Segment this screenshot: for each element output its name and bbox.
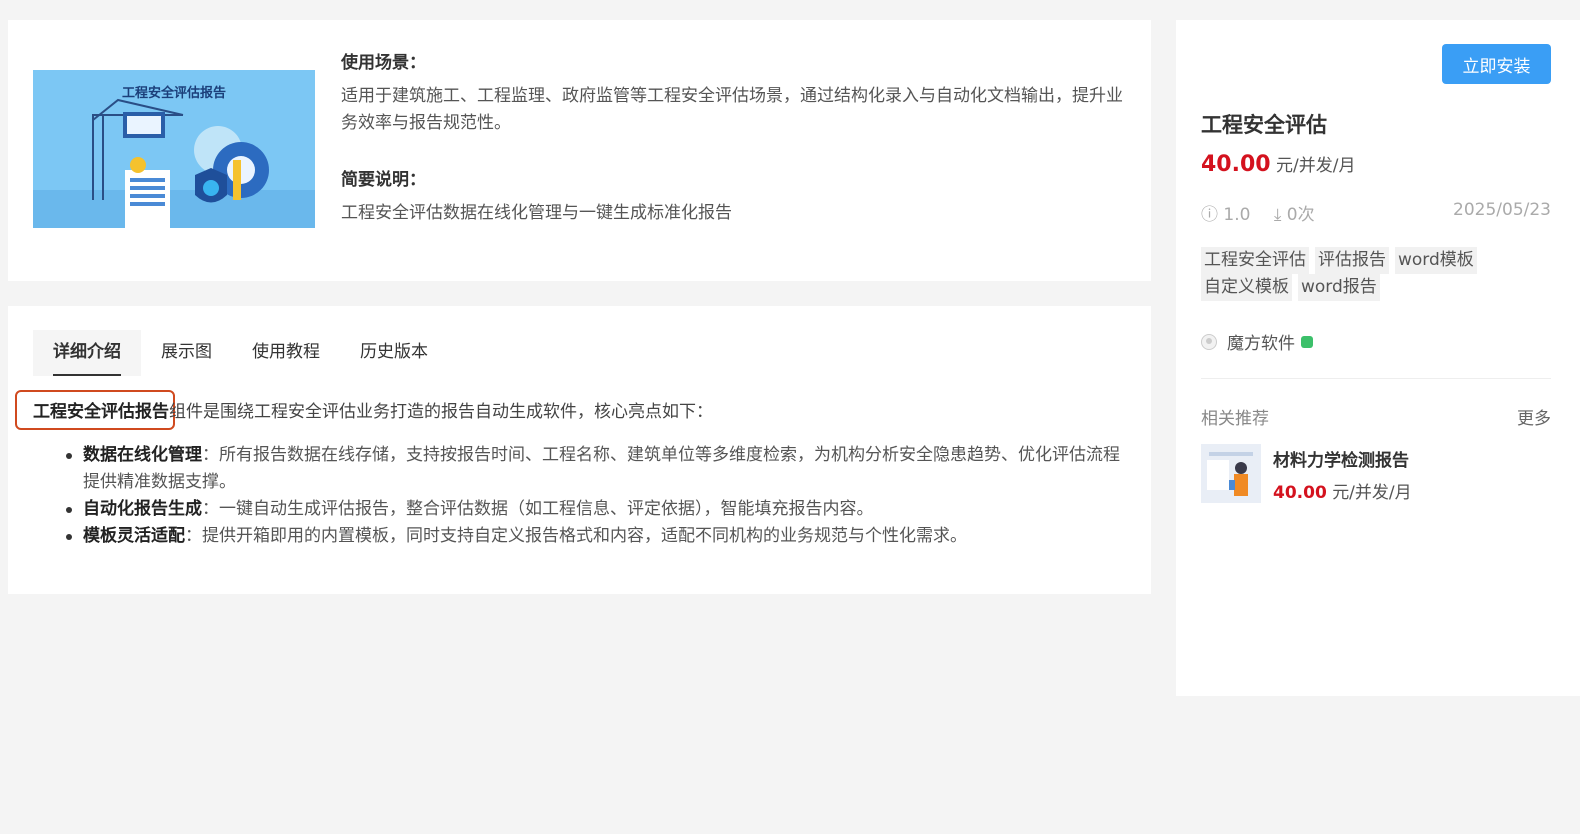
stats-row: ⓘ 1.0 ⤓ 0次 2025/05/23: [1201, 200, 1551, 225]
tag[interactable]: 自定义模板: [1201, 274, 1292, 301]
list-item: 模板灵活适配：提供开箱即用的内置模板，同时支持自定义报告格式和内容，适配不同机构…: [66, 523, 1133, 550]
usage-heading: 使用场景：: [341, 53, 426, 73]
more-link[interactable]: 更多: [1517, 404, 1551, 429]
product-title: 工程安全评估: [1201, 113, 1327, 137]
tag[interactable]: 评估报告: [1315, 247, 1389, 274]
detail-card: 详细介绍 展示图 使用教程 历史版本 工程安全评估报告组件是围绕工程安全评估业务…: [8, 306, 1151, 594]
summary-section: 简要说明： 工程安全评估数据在线化管理与一键生成标准化报告: [341, 165, 1131, 227]
version-value: 1.0: [1223, 205, 1251, 225]
list-item: 自动化报告生成：一键自动生成评估报告，整合评估数据（如工程信息、评定依据），智能…: [66, 496, 1133, 523]
list-item: 数据在线化管理：所有报告数据在线存储，支持按报告时间、工程名称、建筑单位等多维度…: [66, 442, 1133, 496]
cover-illustration: [33, 98, 315, 228]
feature-title: 数据在线化管理: [83, 445, 202, 465]
price-value: 40.00: [1201, 152, 1271, 177]
intro-paragraph: 工程安全评估报告组件是围绕工程安全评估业务打造的报告自动生成软件，核心亮点如下：: [33, 398, 713, 426]
tab-bar: 详细介绍 展示图 使用教程 历史版本: [33, 330, 448, 376]
feature-title: 自动化报告生成: [83, 499, 202, 519]
related-thumbnail: [1201, 444, 1261, 503]
usage-section: 使用场景： 适用于建筑施工、工程监理、政府监管等工程安全评估场景，通过结构化录入…: [341, 48, 1131, 137]
tab-tutorial[interactable]: 使用教程: [232, 330, 340, 376]
related-thumbnail-illustration: [1201, 444, 1261, 503]
verified-icon: [1301, 335, 1313, 348]
avatar-icon: [1201, 333, 1217, 350]
related-heading: 相关推荐: [1201, 409, 1269, 429]
version-stat: ⓘ 1.0: [1201, 205, 1256, 225]
related-price-unit: 元/并发/月: [1332, 483, 1412, 503]
tag[interactable]: 工程安全评估: [1201, 247, 1309, 274]
download-stat: ⤓ 0次: [1274, 205, 1315, 225]
author-row[interactable]: 魔方软件: [1201, 329, 1313, 354]
divider: [1201, 378, 1551, 379]
publish-date: 2025/05/23: [1453, 200, 1551, 220]
intro-text: 组件是围绕工程安全评估业务打造的报告自动生成软件，核心亮点如下：: [169, 402, 713, 422]
feature-list: 数据在线化管理：所有报告数据在线存储，支持按报告时间、工程名称、建筑单位等多维度…: [66, 442, 1133, 550]
tag[interactable]: word报告: [1298, 274, 1380, 301]
summary-text: 工程安全评估数据在线化管理与一键生成标准化报告: [341, 203, 732, 223]
download-icon: ⤓: [1273, 205, 1282, 225]
price: 40.00 元/并发/月: [1201, 151, 1355, 177]
feature-text: ：所有报告数据在线存储，支持按报告时间、工程名称、建筑单位等多维度检索，为机构分…: [83, 445, 1120, 492]
download-count: 0次: [1286, 205, 1315, 225]
price-unit: 元/并发/月: [1276, 156, 1356, 176]
intro-product-name: 工程安全评估报告: [33, 402, 169, 422]
tab-history[interactable]: 历史版本: [340, 330, 448, 376]
author-name: 魔方软件: [1227, 334, 1295, 354]
related-name: 材料力学检测报告: [1273, 451, 1409, 471]
install-button[interactable]: 立即安装: [1442, 44, 1551, 84]
usage-text: 适用于建筑施工、工程监理、政府监管等工程安全评估场景，通过结构化录入与自动化文档…: [341, 86, 1123, 133]
product-sidebar: 立即安装 工程安全评估 40.00 元/并发/月 ⓘ 1.0 ⤓ 0次 2025…: [1176, 20, 1580, 696]
feature-title: 模板灵活适配: [83, 526, 185, 546]
related-item[interactable]: 材料力学检测报告 40.00 元/并发/月: [1201, 444, 1551, 504]
related-price-value: 40.00: [1273, 483, 1327, 503]
cover-image: 工程安全评估报告: [33, 70, 315, 228]
summary-heading: 简要说明：: [341, 170, 426, 190]
tag[interactable]: word模板: [1395, 247, 1477, 274]
info-icon: ⓘ: [1201, 205, 1218, 225]
feature-text: ：一键自动生成评估报告，整合评估数据（如工程信息、评定依据），智能填充报告内容。: [202, 499, 874, 519]
tab-screenshots[interactable]: 展示图: [141, 330, 232, 376]
tag-list: 工程安全评估 评估报告 word模板 自定义模板 word报告: [1201, 247, 1541, 301]
related-price: 40.00 元/并发/月: [1273, 478, 1412, 503]
overview-card: 工程安全评估报告 使用场景： 适用于建筑施工、工程监理、政府监管等工程安全评估场…: [8, 20, 1151, 281]
feature-text: ：提供开箱即用的内置模板，同时支持自定义报告格式和内容，适配不同机构的业务规范与…: [185, 526, 967, 546]
tab-detail-intro[interactable]: 详细介绍: [33, 330, 141, 376]
